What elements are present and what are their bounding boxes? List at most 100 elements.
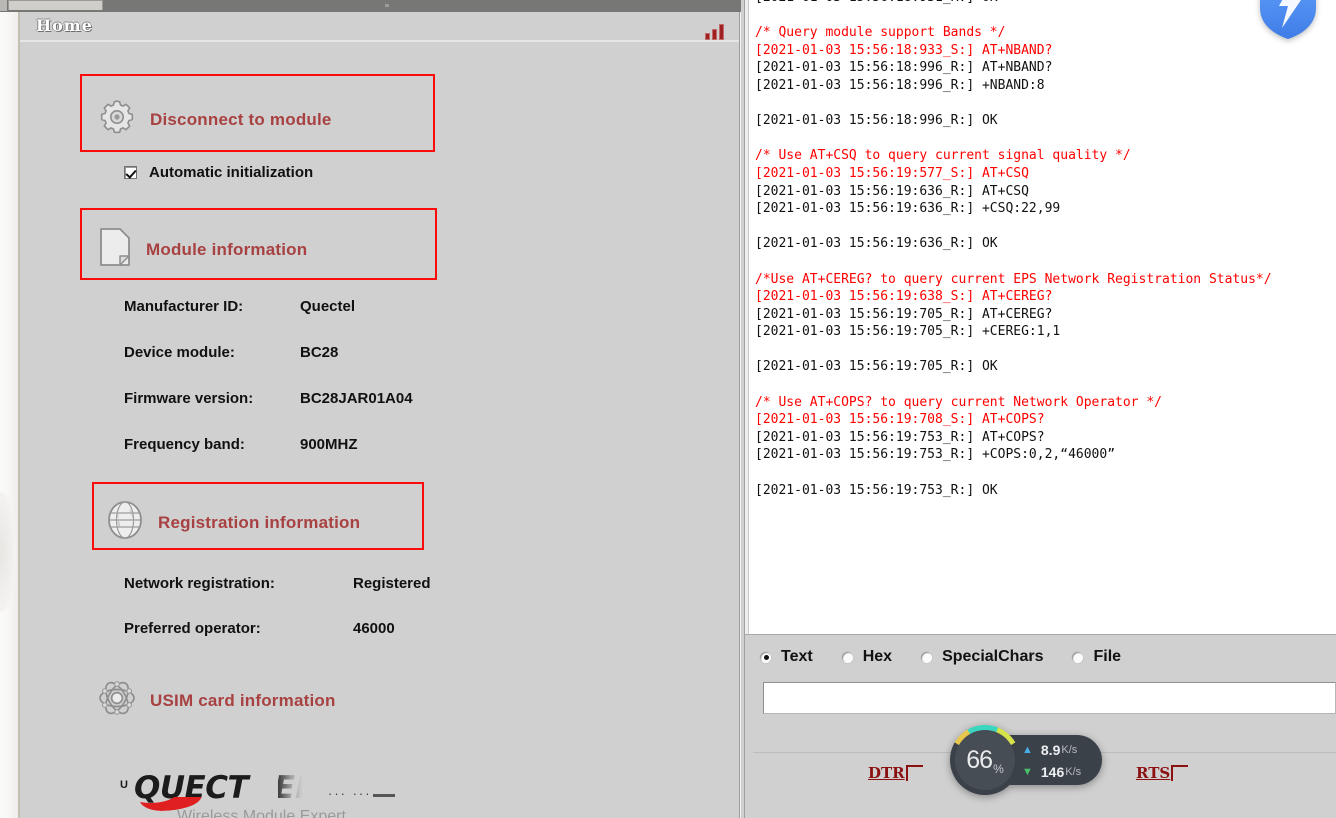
- page-title: Home: [36, 16, 93, 35]
- info-value: Registered: [353, 575, 431, 592]
- log-scrollbar[interactable]: [745, 0, 749, 634]
- info-value: BC28JAR01A04: [300, 390, 413, 407]
- log-line: /* Query module support Bands */: [755, 25, 1006, 41]
- log-line: [2021-01-03 15:56:19:705_R:] AT+CEREG?: [755, 306, 1053, 322]
- atom-icon: [98, 679, 136, 722]
- download-speed-row: ▼ 146 K/s: [1022, 764, 1081, 780]
- log-line: [2021-01-03 15:56:18:996_R:] +NBAND:8: [755, 77, 1045, 93]
- toolbar-left-edge: [0, 0, 7, 11]
- upload-speed-unit: K/s: [1061, 744, 1078, 756]
- logo-dots: ··· ···: [328, 786, 372, 801]
- format-radio-group[interactable]: Text Hex SpecialChars File: [759, 648, 1149, 666]
- toolbar-tab-nub[interactable]: [8, 0, 103, 10]
- info-value: 46000: [353, 620, 395, 637]
- info-key: Device module:: [124, 344, 235, 361]
- log-line: [2021-01-03 15:56:19:753_R:] AT+COPS?: [755, 429, 1045, 445]
- format-radio-text[interactable]: Text: [759, 648, 813, 666]
- info-key: Manufacturer ID:: [124, 298, 244, 315]
- format-radio-label: File: [1093, 648, 1122, 665]
- registration-information-label: Registration information: [158, 512, 361, 532]
- log-line: [2021-01-03 15:56:18:996_R:] OK: [755, 113, 998, 129]
- registration-information-button[interactable]: Registration information: [106, 500, 360, 545]
- page-background-sliver: [0, 12, 18, 818]
- panel-header: Home: [20, 12, 739, 42]
- log-line: [2021-01-03 15:56:19:753_R:] +COPS:0,2,“…: [755, 447, 1116, 463]
- radio-dot[interactable]: [759, 650, 772, 664]
- checkbox-box[interactable]: [124, 166, 137, 179]
- panel-body: Disconnect to module Automatic initializ…: [20, 42, 739, 818]
- format-radio-label: Text: [781, 648, 813, 665]
- automatic-initialization-label: Automatic initialization: [149, 164, 314, 181]
- upload-speed-row: ▲ 8.9 K/s: [1022, 742, 1077, 758]
- upload-speed-value: 8.9: [1040, 742, 1061, 758]
- format-radio-label: Hex: [862, 648, 893, 665]
- blue-shield-icon[interactable]: [1255, 0, 1321, 42]
- format-radio-file[interactable]: File: [1071, 648, 1121, 666]
- left-panel: Home Disconnect to module Automatic init…: [18, 12, 740, 818]
- info-value: BC28: [300, 344, 339, 361]
- disconnect-to-module-button[interactable]: Disconnect to module: [98, 98, 332, 141]
- log-lines: [2021-01-03 15:56:18:931_R:] OK /* Query …: [755, 0, 1336, 499]
- disconnect-to-module-label: Disconnect to module: [150, 109, 332, 129]
- signal-bars-icon: [704, 24, 726, 40]
- network-speed-widget[interactable]: ▲ 8.9 K/s ▼ 146 K/s 66 %: [950, 725, 1105, 795]
- log-line: [2021-01-03 15:56:18:996_R:] AT+NBAND?: [755, 60, 1053, 76]
- format-radio-specialchars[interactable]: SpecialChars: [920, 648, 1043, 666]
- radio-dot[interactable]: [1071, 650, 1085, 664]
- usim-card-information-label: USIM card information: [150, 690, 336, 710]
- radio-dot[interactable]: [920, 650, 934, 664]
- dtr-label: DTR: [868, 764, 905, 782]
- right-panel: [2021-01-03 15:56:18:931_R:] OK /* Query …: [741, 0, 1336, 818]
- globe-icon: [106, 500, 144, 545]
- info-key: Frequency band:: [124, 436, 245, 453]
- logo-dash: [373, 794, 395, 797]
- toolbar-marker: [385, 4, 389, 7]
- dtr-waveform-icon: [905, 765, 923, 781]
- cpu-usage-unit: %: [993, 762, 1004, 776]
- rts-waveform-icon: [1171, 765, 1189, 781]
- format-radio-label: SpecialChars: [942, 648, 1044, 665]
- download-arrow-icon: ▼: [1022, 766, 1033, 778]
- logo-wordmark-faded-text: EL: [278, 770, 315, 804]
- rts-label: RTS: [1136, 764, 1171, 782]
- log-line: [2021-01-03 15:56:19:577_S:] AT+CSQ: [755, 165, 1029, 181]
- download-speed-value: 146: [1040, 764, 1065, 780]
- log-line: [2021-01-03 15:56:19:636_R:] AT+CSQ: [755, 183, 1029, 199]
- logo-prefix: U: [120, 779, 128, 791]
- module-information-button[interactable]: Module information: [98, 227, 307, 272]
- info-key: Firmware version:: [124, 390, 254, 407]
- application-window: Home Disconnect to module Automatic init…: [0, 0, 1336, 818]
- module-information-label: Module information: [146, 239, 308, 259]
- log-line: /* Use AT+CSQ to query current signal qu…: [755, 148, 1131, 164]
- terminal-log-area[interactable]: [2021-01-03 15:56:18:931_R:] OK /* Query …: [744, 0, 1336, 634]
- automatic-initialization-checkbox[interactable]: Automatic initialization: [124, 164, 313, 181]
- log-line: /*Use AT+CEREG? to query current EPS Net…: [755, 271, 1272, 287]
- send-input[interactable]: [763, 682, 1336, 714]
- usim-card-information-button[interactable]: USIM card information: [98, 679, 336, 722]
- dtr-button[interactable]: DTR: [868, 765, 923, 781]
- info-key: Network registration:: [124, 575, 275, 592]
- quectel-logo: U QUECT EL ··· ··· Wireless Module Exper…: [120, 770, 420, 818]
- info-value: Quectel: [300, 298, 356, 315]
- radio-dot[interactable]: [840, 650, 854, 664]
- logo-tagline: Wireless Module Expert: [177, 808, 346, 818]
- log-line: [2021-01-03 15:56:19:636_R:] OK: [755, 236, 998, 252]
- upload-arrow-icon: ▲: [1022, 744, 1033, 756]
- log-line: [2021-01-03 15:56:18:931_R:] OK: [755, 0, 1336, 7]
- log-line: /* Use AT+COPS? to query current Network…: [755, 394, 1162, 410]
- gear-icon: [98, 98, 136, 141]
- rts-button[interactable]: RTS: [1136, 764, 1189, 782]
- log-line: [2021-01-03 15:56:19:636_R:] +CSQ:22,99: [755, 201, 1061, 217]
- format-radio-hex[interactable]: Hex: [840, 648, 893, 666]
- download-speed-unit: K/s: [1065, 766, 1082, 778]
- log-line: [2021-01-03 15:56:19:705_R:] +CEREG:1,1: [755, 324, 1061, 340]
- log-line: [2021-01-03 15:56:19:708_S:] AT+COPS?: [755, 412, 1045, 428]
